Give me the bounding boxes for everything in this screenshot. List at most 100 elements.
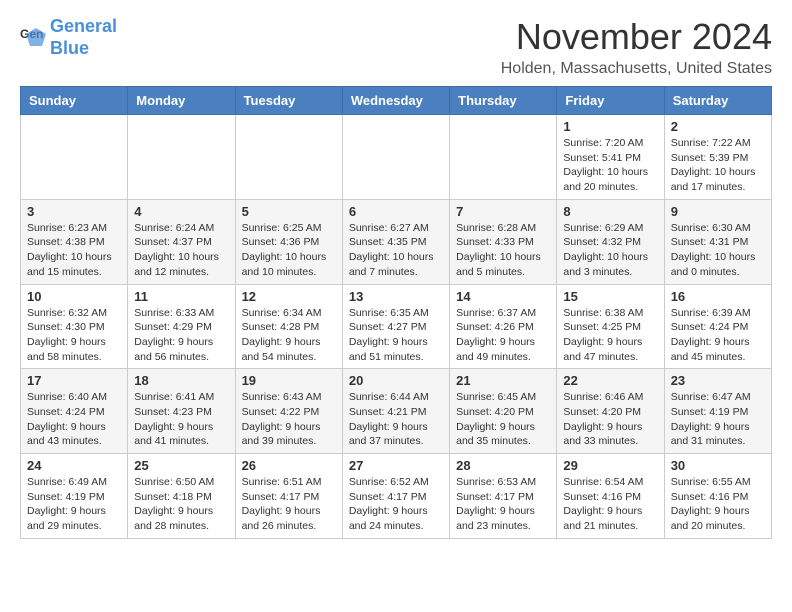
location: Holden, Massachusetts, United States (501, 60, 772, 78)
calendar-body: 1Sunrise: 7:20 AM Sunset: 5:41 PM Daylig… (21, 115, 772, 539)
calendar-cell: 5Sunrise: 6:25 AM Sunset: 4:36 PM Daylig… (235, 199, 342, 284)
day-number: 14 (456, 289, 550, 304)
day-info: Sunrise: 6:50 AM Sunset: 4:18 PM Dayligh… (134, 475, 228, 534)
day-number: 15 (563, 289, 657, 304)
day-info: Sunrise: 6:53 AM Sunset: 4:17 PM Dayligh… (456, 475, 550, 534)
calendar-cell: 16 Sunrise: 6:39 AM Sunset: 4:24 PM Dayli… (664, 284, 771, 369)
day-number: 2 (671, 119, 765, 134)
day-info: Sunrise: 6:39 AM Sunset: 4:24 PM Dayligh… (671, 306, 765, 365)
calendar-cell: 14 Sunrise: 6:37 AM Sunset: 4:26 PM Dayli… (450, 284, 557, 369)
calendar-cell: 22 Sunrise: 6:46 AM Sunset: 4:20 PM Dayli… (557, 369, 664, 454)
day-number: 3 (27, 204, 121, 219)
calendar-cell (235, 115, 342, 200)
day-number: 11 (134, 289, 228, 304)
day-info: Sunrise: 6:35 AM Sunset: 4:27 PM Dayligh… (349, 306, 443, 365)
weekday-header-wednesday: Wednesday (342, 87, 449, 115)
calendar-cell: 8 Sunrise: 6:29 AM Sunset: 4:32 PM Daylig… (557, 199, 664, 284)
day-number: 8 (563, 204, 657, 219)
calendar-week-row: 17 Sunrise: 6:40 AM Sunset: 4:24 PM Dayli… (21, 369, 772, 454)
calendar-cell: 6 Sunrise: 6:27 AM Sunset: 4:35 PM Daylig… (342, 199, 449, 284)
month-title: November 2024 (501, 16, 772, 58)
calendar-cell: 24 Sunrise: 6:49 AM Sunset: 4:19 PM Dayli… (21, 454, 128, 539)
day-info: Sunrise: 6:47 AM Sunset: 4:19 PM Dayligh… (671, 390, 765, 449)
day-info: Sunrise: 6:25 AM Sunset: 4:36 PM Dayligh… (242, 221, 336, 280)
day-number: 9 (671, 204, 765, 219)
calendar-cell: 18 Sunrise: 6:41 AM Sunset: 4:23 PM Dayli… (128, 369, 235, 454)
calendar-container: SundayMondayTuesdayWednesdayThursdayFrid… (0, 86, 792, 549)
day-info: Sunrise: 6:51 AM Sunset: 4:17 PM Dayligh… (242, 475, 336, 534)
day-info: Sunrise: 6:41 AM Sunset: 4:23 PM Dayligh… (134, 390, 228, 449)
day-number: 25 (134, 458, 228, 473)
day-info: Sunrise: 6:24 AM Sunset: 4:37 PM Dayligh… (134, 221, 228, 280)
calendar-week-row: 3 Sunrise: 6:23 AM Sunset: 4:38 PM Daylig… (21, 199, 772, 284)
calendar-cell: 10Sunrise: 6:32 AM Sunset: 4:30 PM Dayli… (21, 284, 128, 369)
weekday-header-thursday: Thursday (450, 87, 557, 115)
day-info: Sunrise: 6:28 AM Sunset: 4:33 PM Dayligh… (456, 221, 550, 280)
calendar-cell: 3 Sunrise: 6:23 AM Sunset: 4:38 PM Daylig… (21, 199, 128, 284)
calendar-week-row: 1Sunrise: 7:20 AM Sunset: 5:41 PM Daylig… (21, 115, 772, 200)
day-info: Sunrise: 6:38 AM Sunset: 4:25 PM Dayligh… (563, 306, 657, 365)
weekday-header-saturday: Saturday (664, 87, 771, 115)
day-info: Sunrise: 6:37 AM Sunset: 4:26 PM Dayligh… (456, 306, 550, 365)
calendar-cell: 1Sunrise: 7:20 AM Sunset: 5:41 PM Daylig… (557, 115, 664, 200)
day-info: Sunrise: 6:27 AM Sunset: 4:35 PM Dayligh… (349, 221, 443, 280)
day-number: 18 (134, 373, 228, 388)
day-info: Sunrise: 6:23 AM Sunset: 4:38 PM Dayligh… (27, 221, 121, 280)
day-number: 30 (671, 458, 765, 473)
weekday-header-friday: Friday (557, 87, 664, 115)
day-info: Sunrise: 6:29 AM Sunset: 4:32 PM Dayligh… (563, 221, 657, 280)
calendar-cell: 26Sunrise: 6:51 AM Sunset: 4:17 PM Dayli… (235, 454, 342, 539)
day-info: Sunrise: 6:32 AM Sunset: 4:30 PM Dayligh… (27, 306, 121, 365)
calendar-cell: 13Sunrise: 6:35 AM Sunset: 4:27 PM Dayli… (342, 284, 449, 369)
day-number: 29 (563, 458, 657, 473)
calendar-cell (342, 115, 449, 200)
calendar-cell: 21Sunrise: 6:45 AM Sunset: 4:20 PM Dayli… (450, 369, 557, 454)
day-number: 23 (671, 373, 765, 388)
calendar-cell (128, 115, 235, 200)
calendar-cell: 4 Sunrise: 6:24 AM Sunset: 4:37 PM Daylig… (128, 199, 235, 284)
calendar-cell: 2Sunrise: 7:22 AM Sunset: 5:39 PM Daylig… (664, 115, 771, 200)
day-info: Sunrise: 7:20 AM Sunset: 5:41 PM Dayligh… (563, 136, 657, 195)
day-info: Sunrise: 6:43 AM Sunset: 4:22 PM Dayligh… (242, 390, 336, 449)
day-number: 12 (242, 289, 336, 304)
weekday-header-sunday: Sunday (21, 87, 128, 115)
calendar-cell: 23 Sunrise: 6:47 AM Sunset: 4:19 PM Dayli… (664, 369, 771, 454)
day-info: Sunrise: 6:54 AM Sunset: 4:16 PM Dayligh… (563, 475, 657, 534)
day-info: Sunrise: 6:40 AM Sunset: 4:24 PM Dayligh… (27, 390, 121, 449)
day-number: 6 (349, 204, 443, 219)
day-number: 7 (456, 204, 550, 219)
page-header: Gen General Blue November 2024 Holden, M… (0, 0, 792, 86)
calendar-header: SundayMondayTuesdayWednesdayThursdayFrid… (21, 87, 772, 115)
day-number: 20 (349, 373, 443, 388)
logo-line2: Blue (50, 38, 89, 58)
calendar-table: SundayMondayTuesdayWednesdayThursdayFrid… (20, 86, 772, 539)
calendar-cell (21, 115, 128, 200)
day-number: 22 (563, 373, 657, 388)
calendar-cell: 20 Sunrise: 6:44 AM Sunset: 4:21 PM Dayli… (342, 369, 449, 454)
day-number: 19 (242, 373, 336, 388)
day-info: Sunrise: 6:49 AM Sunset: 4:19 PM Dayligh… (27, 475, 121, 534)
calendar-cell: 28 Sunrise: 6:53 AM Sunset: 4:17 PM Dayli… (450, 454, 557, 539)
logo: Gen General Blue (20, 16, 117, 59)
day-number: 28 (456, 458, 550, 473)
calendar-cell (450, 115, 557, 200)
day-number: 4 (134, 204, 228, 219)
day-number: 16 (671, 289, 765, 304)
calendar-cell: 7 Sunrise: 6:28 AM Sunset: 4:33 PM Daylig… (450, 199, 557, 284)
day-number: 21 (456, 373, 550, 388)
calendar-cell: 15 Sunrise: 6:38 AM Sunset: 4:25 PM Dayli… (557, 284, 664, 369)
logo-text: General Blue (50, 16, 117, 59)
calendar-cell: 11Sunrise: 6:33 AM Sunset: 4:29 PM Dayli… (128, 284, 235, 369)
day-number: 27 (349, 458, 443, 473)
day-info: Sunrise: 6:44 AM Sunset: 4:21 PM Dayligh… (349, 390, 443, 449)
calendar-cell: 27Sunrise: 6:52 AM Sunset: 4:17 PM Dayli… (342, 454, 449, 539)
logo-icon: Gen (20, 24, 48, 52)
calendar-cell: 17 Sunrise: 6:40 AM Sunset: 4:24 PM Dayli… (21, 369, 128, 454)
day-info: Sunrise: 6:55 AM Sunset: 4:16 PM Dayligh… (671, 475, 765, 534)
day-info: Sunrise: 6:46 AM Sunset: 4:20 PM Dayligh… (563, 390, 657, 449)
weekday-header-monday: Monday (128, 87, 235, 115)
day-number: 24 (27, 458, 121, 473)
day-info: Sunrise: 6:34 AM Sunset: 4:28 PM Dayligh… (242, 306, 336, 365)
day-number: 17 (27, 373, 121, 388)
calendar-cell: 25 Sunrise: 6:50 AM Sunset: 4:18 PM Dayli… (128, 454, 235, 539)
